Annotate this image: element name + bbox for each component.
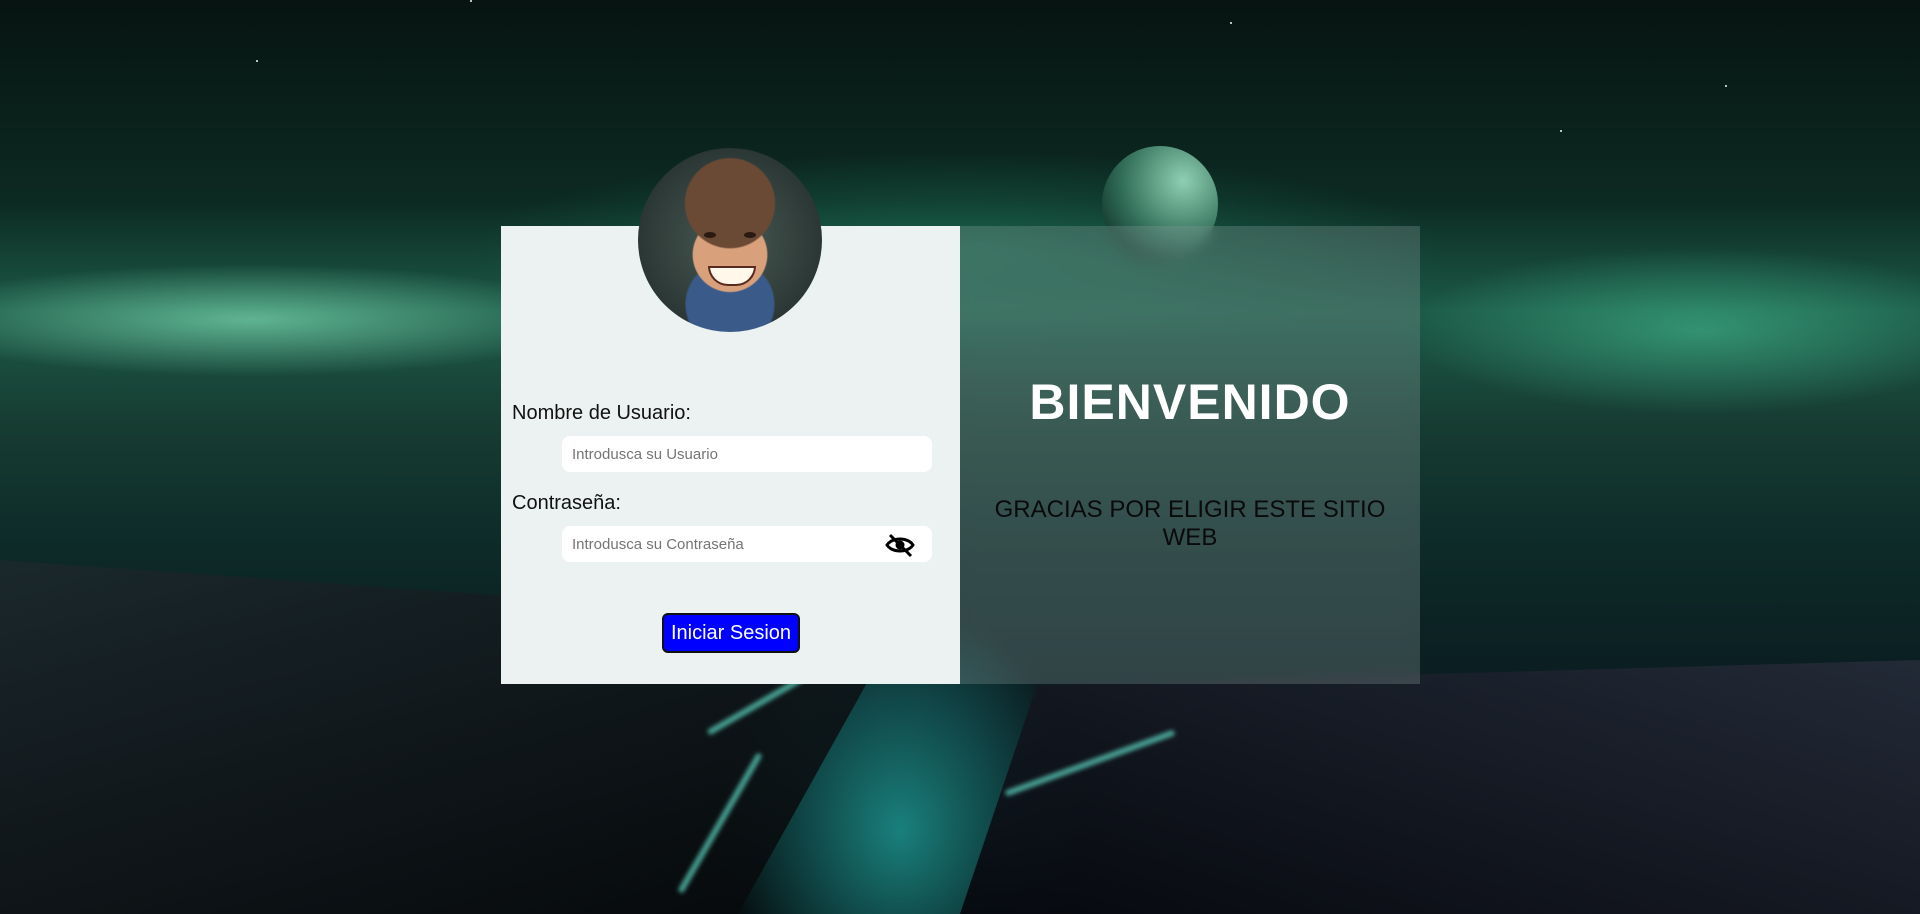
eye-slash-icon[interactable] — [884, 532, 916, 558]
welcome-subtitle: GRACIAS POR ELIGIR ESTE SITIO WEB — [994, 496, 1386, 551]
background-star — [470, 0, 472, 2]
username-label: Nombre de Usuario: — [512, 402, 691, 424]
background-star — [256, 60, 258, 62]
avatar-eye — [744, 232, 756, 238]
welcome-panel: BIENVENIDO GRACIAS POR ELIGIR ESTE SITIO… — [960, 226, 1420, 684]
login-button[interactable]: Iniciar Sesion — [662, 613, 800, 653]
user-avatar — [638, 148, 822, 332]
password-input[interactable] — [562, 526, 932, 562]
background-star — [1230, 22, 1232, 24]
username-input[interactable] — [562, 436, 932, 472]
welcome-title: BIENVENIDO — [1029, 374, 1351, 430]
password-label: Contraseña: — [512, 492, 621, 514]
avatar-eye — [704, 232, 716, 238]
background-star — [1560, 130, 1562, 132]
avatar-mouth — [708, 266, 756, 286]
background-shore-right — [960, 660, 1920, 914]
background-star — [1725, 85, 1727, 87]
login-card: Nombre de Usuario: Contraseña: Iniciar S… — [501, 226, 1420, 684]
